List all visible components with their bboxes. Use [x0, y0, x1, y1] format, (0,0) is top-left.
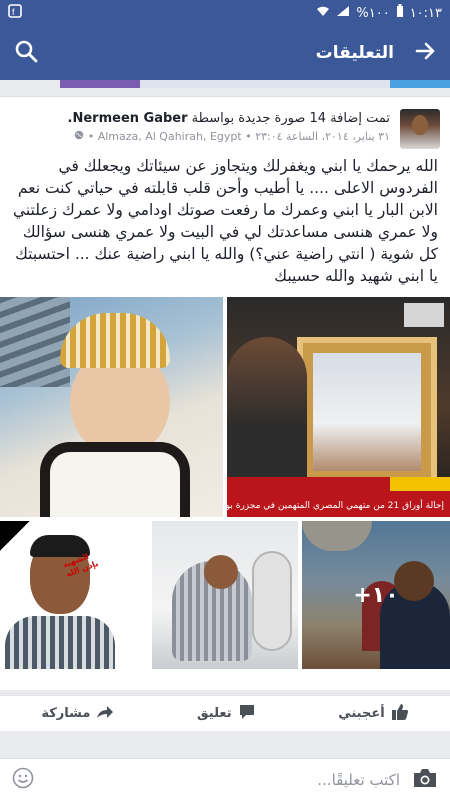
tv-logo [404, 303, 444, 327]
photo-more[interactable]: +١٠ [302, 521, 450, 669]
page-title: التعليقات [315, 43, 394, 63]
status-bar: f %١٠٠ ١٠:١٣ [0, 0, 450, 26]
photo-tv-frame[interactable]: إحالة أوراق 21 من متهمي المصري المتهمين … [227, 297, 450, 517]
emoji-icon[interactable] [12, 767, 34, 793]
svg-text:f: f [12, 7, 15, 17]
post-header: تمت إضافة 14 صورة جديدة بواسطة Nermeen G… [10, 105, 440, 155]
comment-input[interactable]: اكتب تعليقًا... [317, 771, 400, 789]
top-banner-strip [0, 80, 450, 88]
share-label: مشاركة [41, 706, 91, 721]
comment-button[interactable]: تعليق [197, 703, 256, 725]
tv-ticker-text: إحالة أوراق 21 من متهمي المصري المتهمين … [227, 501, 444, 511]
battery-text: %١٠٠ [356, 5, 390, 21]
back-arrow-icon[interactable] [414, 40, 436, 66]
avatar[interactable] [400, 109, 440, 149]
photo-portrait[interactable]: الشهيد بإذن الله [0, 521, 148, 669]
photo-stamp-text: الشهيد بإذن الله [61, 551, 100, 579]
post-actions: أعجبني تعليق مشاركة [0, 695, 450, 731]
wifi-icon [316, 5, 330, 21]
clock: ١٠:١٣ [409, 5, 442, 21]
like-label: أعجبني [338, 706, 385, 721]
comment-bubble-icon [238, 703, 256, 725]
comment-label: تعليق [197, 706, 232, 721]
camera-icon[interactable] [412, 767, 438, 793]
post-card: تمت إضافة 14 صورة جديدة بواسطة Nermeen G… [0, 96, 450, 731]
status-left-icons: f [8, 4, 22, 22]
comment-composer: اكتب تعليقًا... [0, 758, 450, 800]
share-arrow-icon [96, 703, 114, 725]
post-meta: ٣١ يناير، ٢٠١٤، الساعة ٢٣:٠٤ • Almaza, A… [10, 130, 390, 143]
signal-icon [336, 5, 350, 21]
thumbs-up-icon [391, 703, 409, 725]
more-photos-count: +١٠ [353, 582, 399, 608]
app-bar: التعليقات [0, 26, 450, 80]
app-notification-icon: f [8, 4, 22, 22]
share-button[interactable]: مشاركة [41, 703, 114, 725]
post-attribution: تمت إضافة 14 صورة جديدة بواسطة Nermeen G… [10, 111, 390, 126]
post-action-text: تمت إضافة 14 صورة جديدة بواسطة [191, 111, 390, 126]
photo-airplane[interactable] [152, 521, 298, 669]
post-body: الله يرحمك يا ابني ويغفرلك ويتجاوز عن سي… [12, 157, 438, 285]
battery-icon [396, 4, 404, 22]
post-meta-text: ٣١ يناير، ٢٠١٤، الساعة ٢٣:٠٤ • Almaza, A… [87, 130, 390, 143]
status-right-icons: %١٠٠ ١٠:١٣ [316, 4, 442, 22]
search-icon[interactable] [14, 39, 38, 67]
author-name[interactable]: Nermeen Gaber. [68, 111, 188, 126]
tv-ticker: إحالة أوراق 21 من متهمي المصري المتهمين … [227, 477, 450, 517]
public-globe-icon [74, 130, 84, 143]
like-button[interactable]: أعجبني [338, 703, 408, 725]
photo-baby[interactable] [0, 297, 223, 517]
